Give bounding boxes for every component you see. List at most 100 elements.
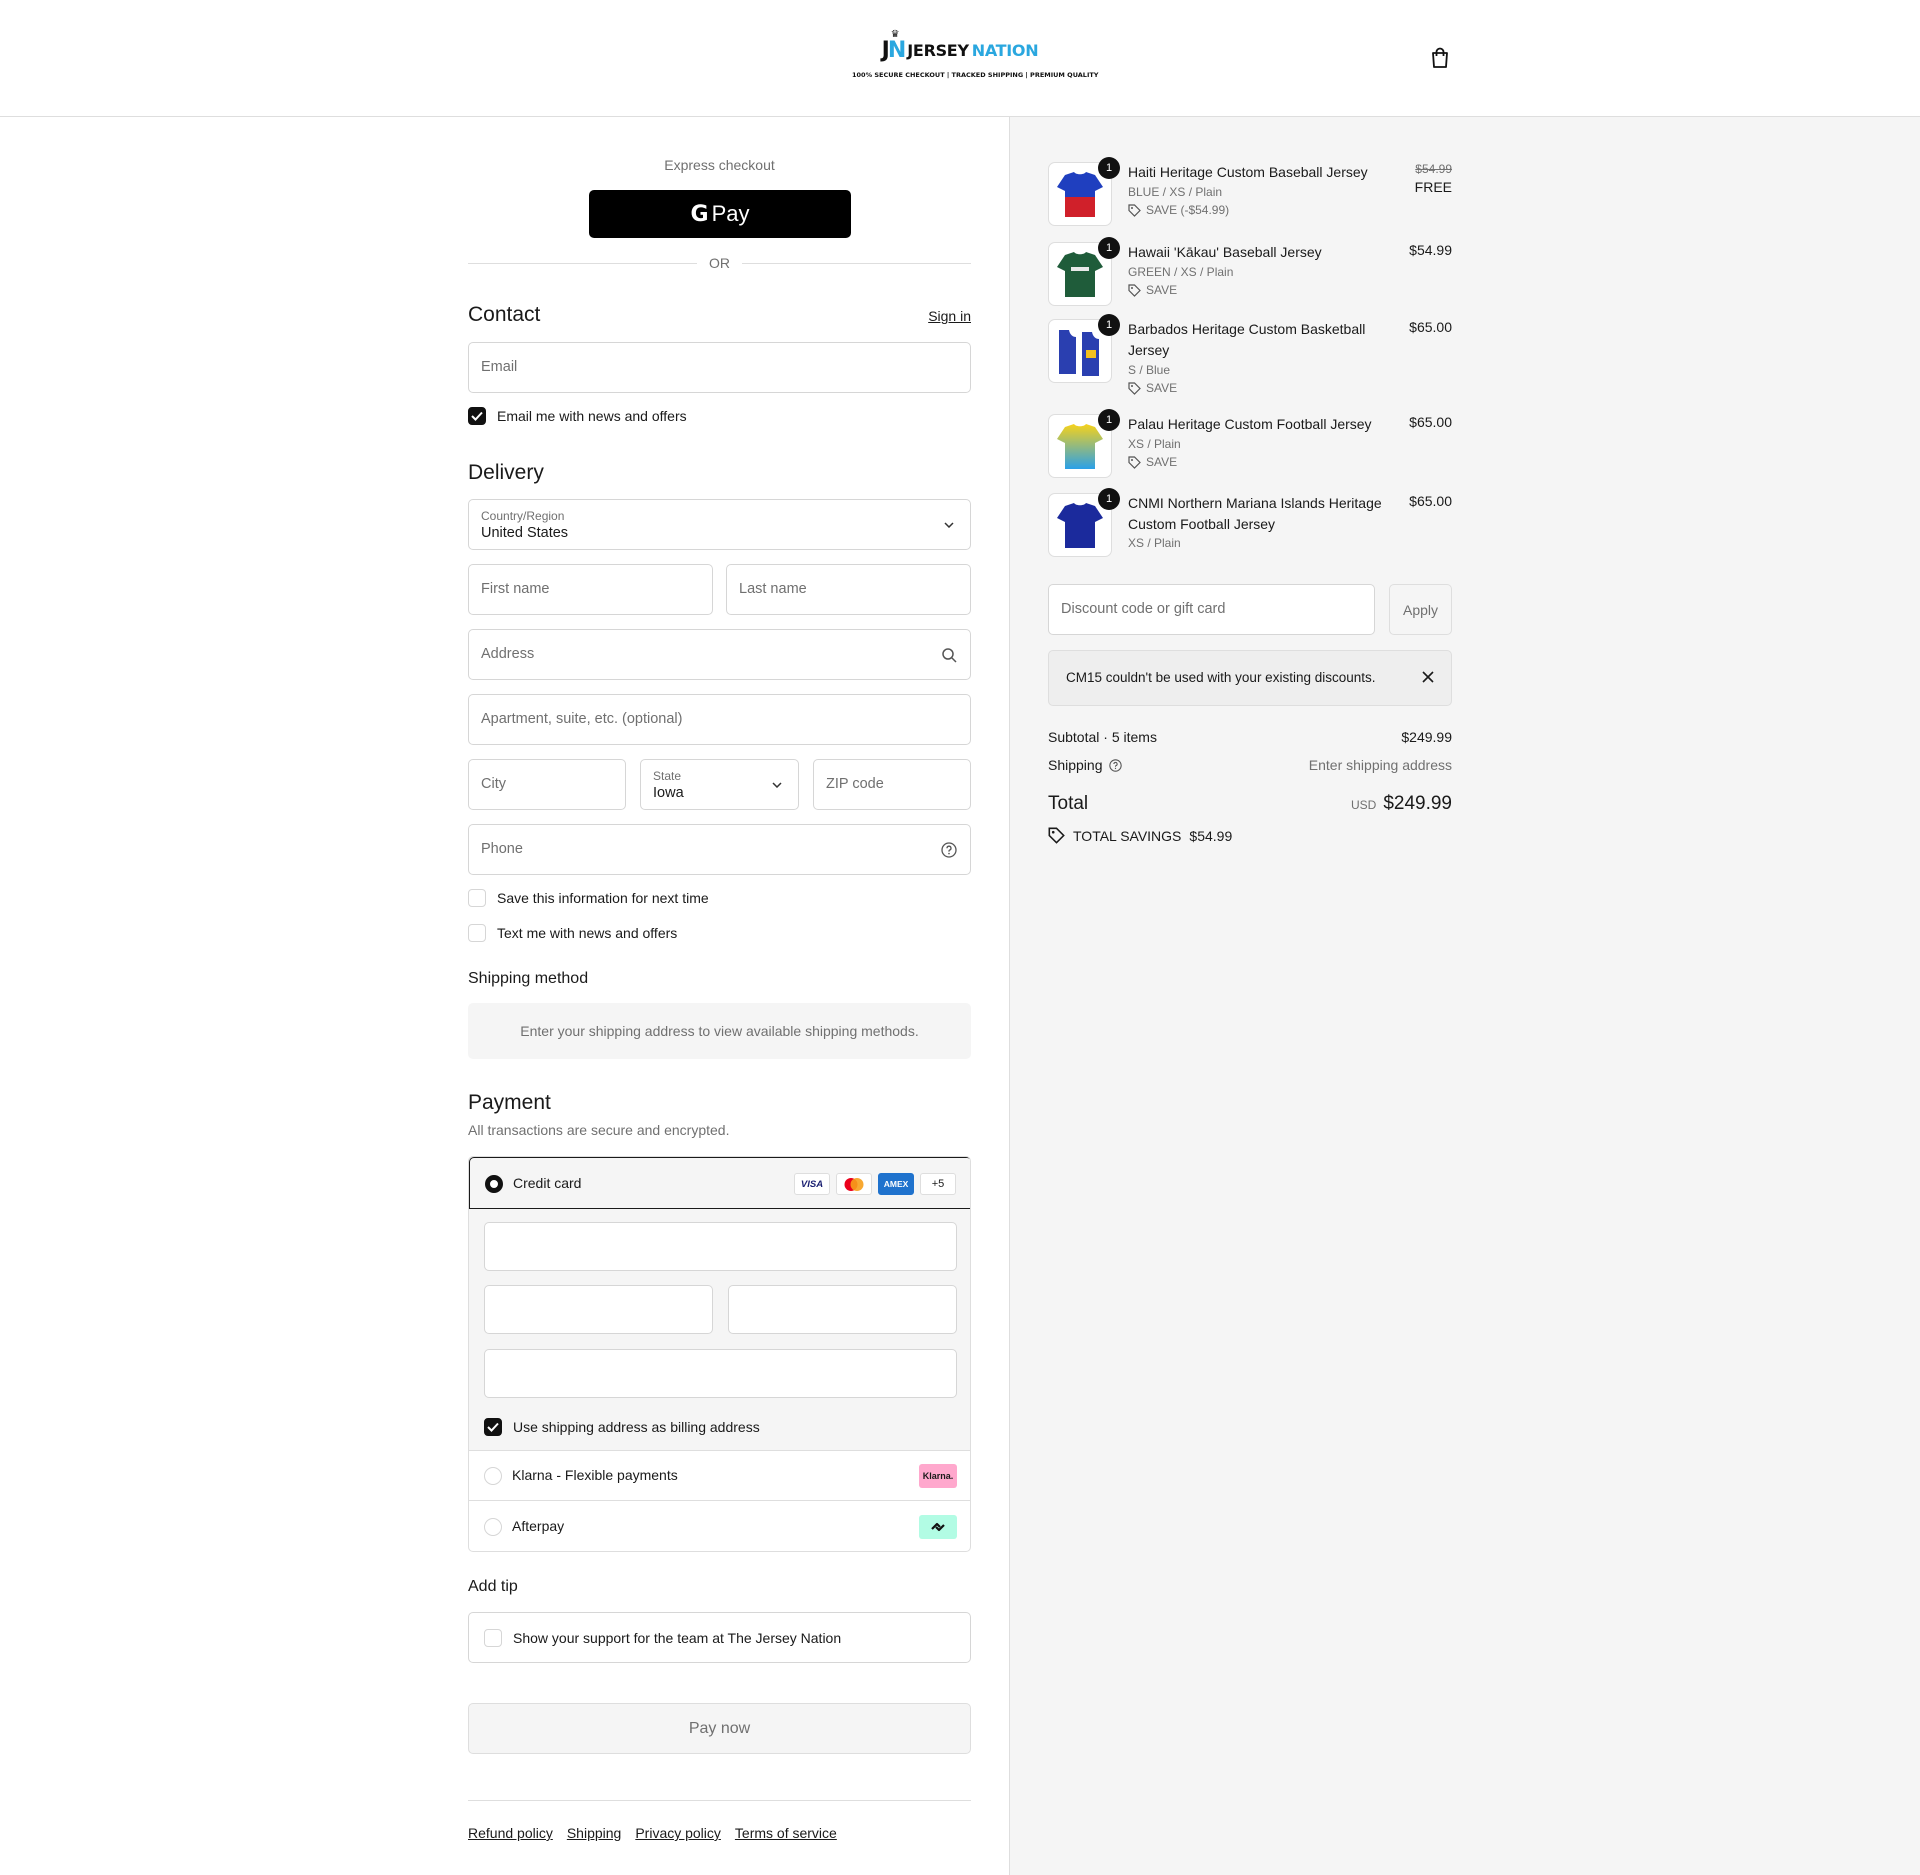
radio-selected[interactable] [485, 1175, 503, 1193]
product-price: $54.99 FREE [1414, 162, 1452, 195]
state-select[interactable]: State Iowa [640, 759, 799, 810]
discount-tag: SAVE [1128, 381, 1177, 395]
logo-tagline: 100% SECURE CHECKOUT | TRACKED SHIPPING … [852, 71, 1099, 79]
card-name-field[interactable] [484, 1349, 957, 1398]
total-value: $249.99 [1383, 793, 1452, 814]
logo-nation-text: NATION [971, 40, 1039, 60]
mastercard-icon [836, 1173, 872, 1195]
checkbox-checked[interactable] [484, 1418, 502, 1436]
first-name-field[interactable]: First name [468, 564, 713, 615]
apply-discount-button[interactable]: Apply [1389, 584, 1452, 635]
total-savings: TOTAL SAVINGS $54.99 [1048, 827, 1232, 844]
product-variant: BLUE / XS / Plain [1128, 185, 1223, 199]
afterpay-logo [919, 1515, 957, 1539]
klarna-option[interactable]: Klarna - Flexible payments Klarna. [469, 1451, 970, 1501]
radio-unselected[interactable] [484, 1518, 502, 1536]
apartment-field[interactable]: Apartment, suite, etc. (optional) [468, 694, 971, 745]
afterpay-option[interactable]: Afterpay [469, 1502, 970, 1551]
save-info-checkbox[interactable]: Save this information for next time [468, 889, 709, 907]
zip-field[interactable]: ZIP code [813, 759, 971, 810]
checkbox-checked[interactable] [468, 407, 486, 425]
product-thumbnail: 1 [1048, 157, 1120, 226]
checkbox-unchecked[interactable] [484, 1629, 502, 1647]
email-news-checkbox[interactable]: Email me with news and offers [468, 407, 687, 425]
chevron-down-icon [769, 777, 785, 793]
express-checkout-label: Express checkout [664, 157, 775, 173]
checkbox-unchecked[interactable] [468, 924, 486, 942]
footer-divider [468, 1800, 971, 1801]
tag-icon [1128, 283, 1141, 297]
product-name: CNMI Northern Mariana Islands Heritage C… [1128, 495, 1382, 532]
tip-checkbox[interactable]: Show your support for the team at The Je… [484, 1629, 841, 1647]
product-price: $65.00 [1409, 493, 1452, 509]
credit-card-form: Use shipping address as billing address [469, 1209, 970, 1451]
google-pay-button[interactable]: G Pay [589, 190, 851, 238]
payment-heading: Payment [468, 1091, 551, 1114]
sign-in-link[interactable]: Sign in [928, 308, 971, 324]
delivery-heading: Delivery [468, 461, 544, 484]
jersey-image [1059, 330, 1099, 376]
product-name: Hawaii 'Kākau' Baseball Jersey [1128, 244, 1322, 260]
card-cvv-field[interactable] [728, 1285, 957, 1334]
discount-error-text: CM15 couldn't be used with your existing… [1066, 670, 1376, 685]
logo-mark: ♛ JN [881, 28, 907, 63]
tag-icon [1128, 381, 1141, 395]
product-variant: XS / Plain [1128, 437, 1181, 451]
discount-tag: SAVE [1128, 455, 1177, 469]
more-cards-badge: +5 [920, 1173, 956, 1195]
amex-icon: AMEX [878, 1173, 914, 1195]
product-thumbnail: 1 [1048, 488, 1120, 557]
help-circle-icon[interactable] [1108, 758, 1122, 772]
checkbox-unchecked[interactable] [468, 889, 486, 907]
subtotal-value: $249.99 [1401, 729, 1452, 745]
subtotal-label: Subtotal · 5 items [1048, 729, 1157, 745]
radio-unselected[interactable] [484, 1467, 502, 1485]
shipping-label: Shipping [1048, 757, 1103, 773]
payment-methods: Credit card VISA AMEX +5 Use shipping ad… [468, 1156, 971, 1552]
card-number-field[interactable] [484, 1222, 957, 1271]
currency-code: USD [1350, 798, 1377, 812]
tip-option[interactable]: Show your support for the team at The Je… [468, 1612, 971, 1663]
payment-subtitle: All transactions are secure and encrypte… [468, 1122, 730, 1138]
refund-policy-link[interactable]: Refund policy [468, 1825, 553, 1841]
shipping-method-heading: Shipping method [468, 970, 589, 987]
quantity-badge: 1 [1098, 237, 1120, 259]
or-divider: OR [468, 255, 971, 271]
discount-code-input[interactable]: Discount code or gift card [1048, 584, 1375, 635]
shipping-policy-link[interactable]: Shipping [567, 1825, 622, 1841]
bag-icon [1432, 47, 1448, 68]
text-news-checkbox[interactable]: Text me with news and offers [468, 924, 677, 942]
card-expiry-field[interactable] [484, 1285, 713, 1334]
visa-icon: VISA [794, 1173, 830, 1195]
last-name-field[interactable]: Last name [726, 564, 971, 615]
help-circle-icon[interactable] [941, 842, 957, 858]
jersey-image [1057, 503, 1103, 548]
header: ♛ JN JERSEY NATION 100% SECURE CHECKOUT |… [0, 0, 1920, 117]
total-row: Total USD $249.99 [1048, 793, 1452, 815]
product-price: $54.99 [1409, 242, 1452, 258]
address-field[interactable]: Address [468, 629, 971, 680]
city-field[interactable]: City [468, 759, 626, 810]
terms-of-service-link[interactable]: Terms of service [735, 1825, 837, 1841]
product-name: Barbados Heritage Custom Basketball Jers… [1128, 321, 1366, 358]
close-icon[interactable] [1422, 670, 1434, 686]
tag-icon [1048, 827, 1065, 844]
product-price: $65.00 [1409, 319, 1452, 335]
shipping-row: Shipping Enter shipping address [1048, 757, 1452, 773]
credit-card-option[interactable]: Credit card VISA AMEX +5 [469, 1157, 970, 1209]
quantity-badge: 1 [1098, 314, 1120, 336]
phone-field[interactable]: Phone [468, 824, 971, 875]
pay-now-button[interactable]: Pay now [468, 1703, 971, 1754]
cart-button[interactable] [1428, 46, 1452, 70]
country-select[interactable]: Country/Region United States [468, 499, 971, 550]
jersey-image [1057, 424, 1103, 469]
email-field[interactable]: Email [468, 342, 971, 393]
product-price: $65.00 [1409, 414, 1452, 430]
privacy-policy-link[interactable]: Privacy policy [635, 1825, 721, 1841]
store-logo[interactable]: ♛ JN JERSEY NATION 100% SECURE CHECKOUT |… [852, 28, 1099, 80]
quantity-badge: 1 [1098, 157, 1120, 179]
product-thumbnail: 1 [1048, 314, 1120, 383]
billing-same-checkbox[interactable]: Use shipping address as billing address [484, 1418, 760, 1436]
discount-error-banner: CM15 couldn't be used with your existing… [1048, 650, 1452, 706]
add-tip-heading: Add tip [468, 1578, 518, 1595]
